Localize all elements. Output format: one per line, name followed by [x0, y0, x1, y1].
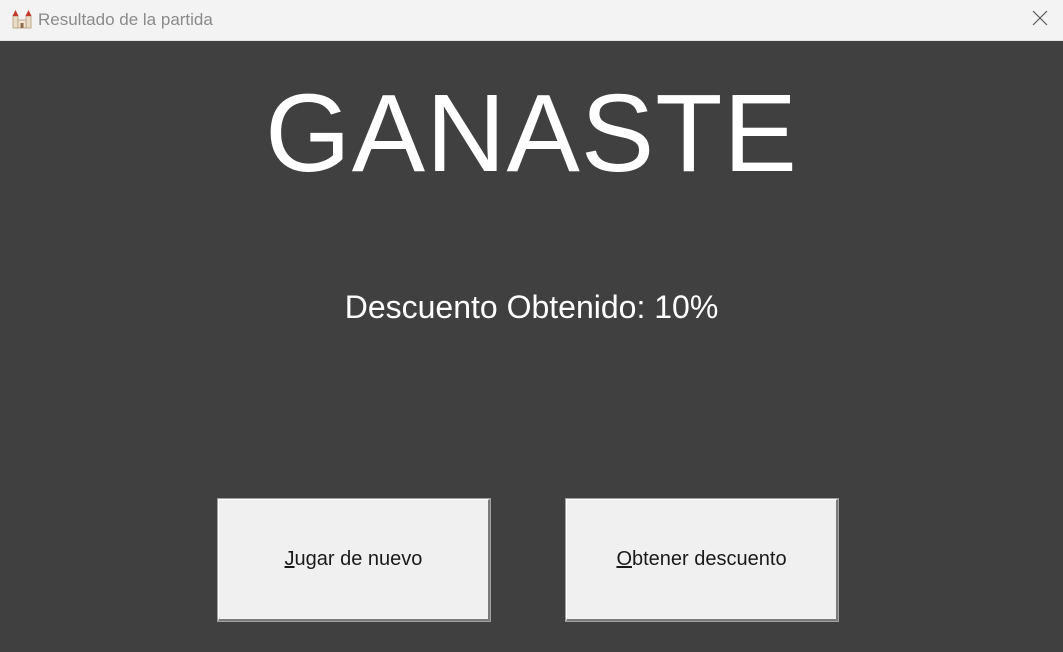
castle-icon: [11, 8, 33, 30]
get-discount-label: Obtener descuento: [616, 548, 786, 571]
get-discount-mnemonic: O: [616, 548, 632, 570]
close-button[interactable]: [1017, 0, 1063, 40]
play-again-button[interactable]: Jugar de nuevo: [217, 498, 491, 622]
result-headline: GANASTE: [265, 72, 798, 195]
play-again-mnemonic: J: [284, 548, 295, 570]
discount-label: Descuento Obtenido: 10%: [344, 289, 719, 325]
play-again-label-rest: ugar de nuevo: [294, 548, 423, 570]
title-bar[interactable]: Resultado de la partida: [0, 0, 1063, 41]
result-window: Resultado de la partida GANASTE Descuent…: [0, 0, 1063, 652]
play-again-label: Jugar de nuevo: [285, 548, 423, 571]
window-title: Resultado de la partida: [38, 10, 213, 29]
get-discount-label-rest: btener descuento: [632, 548, 787, 570]
close-icon: [1032, 10, 1048, 31]
get-discount-button[interactable]: Obtener descuento: [565, 498, 839, 622]
